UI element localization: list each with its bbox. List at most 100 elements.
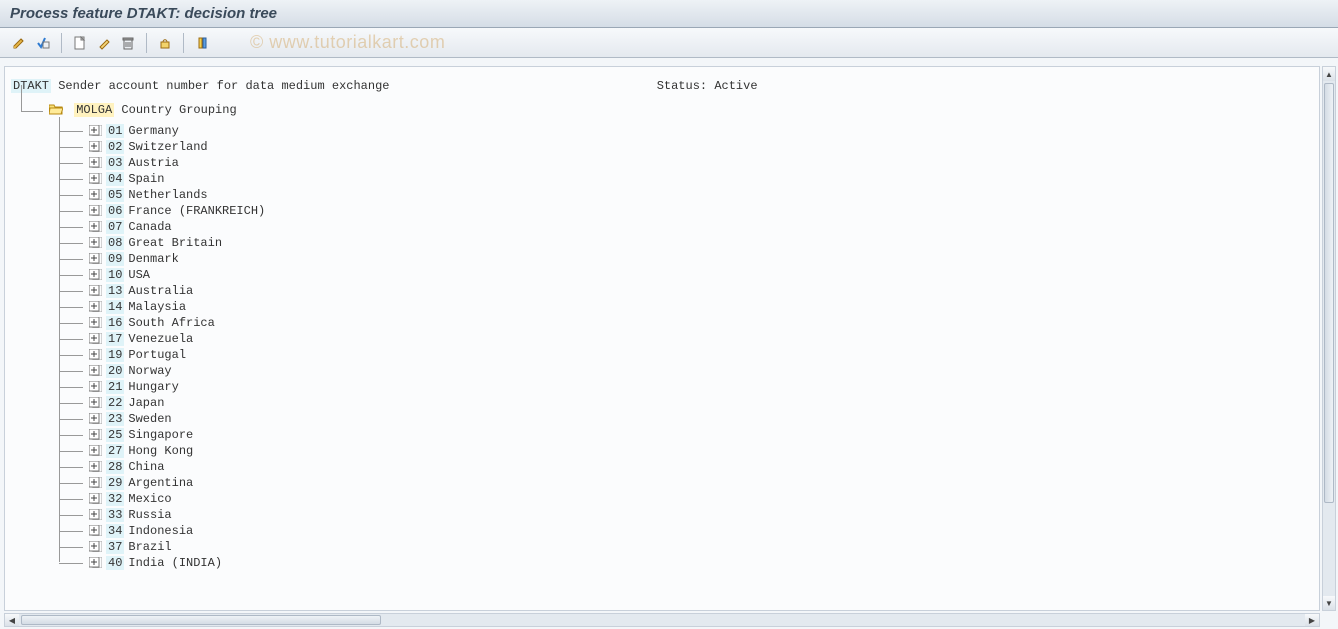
column-button[interactable] xyxy=(191,32,213,54)
country-label: Venezuela xyxy=(128,332,193,346)
country-code: 19 xyxy=(106,348,124,362)
scroll-right-icon[interactable]: ▶ xyxy=(1305,614,1319,626)
country-label: USA xyxy=(128,268,150,282)
expand-icon[interactable] xyxy=(89,157,102,168)
country-node[interactable]: 03Austria xyxy=(59,155,1313,171)
expand-icon[interactable] xyxy=(89,525,102,536)
country-node[interactable]: 28China xyxy=(59,459,1313,475)
separator xyxy=(61,33,62,53)
scroll-thumb[interactable] xyxy=(1324,83,1334,503)
expand-icon[interactable] xyxy=(89,237,102,248)
delete-button[interactable] xyxy=(117,32,139,54)
country-code: 01 xyxy=(106,124,124,138)
country-node[interactable]: 02 Switzerland xyxy=(59,139,1313,155)
country-node[interactable]: 21Hungary xyxy=(59,379,1313,395)
country-code: 22 xyxy=(106,396,124,410)
scroll-left-icon[interactable]: ◀ xyxy=(5,614,19,626)
expand-icon[interactable] xyxy=(89,141,102,152)
country-label: Hong Kong xyxy=(128,444,193,458)
country-node[interactable]: 23Sweden xyxy=(59,411,1313,427)
country-node[interactable]: 33Russia xyxy=(59,507,1313,523)
folder-open-icon xyxy=(49,104,63,115)
expand-icon[interactable] xyxy=(89,413,102,424)
scroll-up-icon[interactable]: ▲ xyxy=(1323,67,1335,81)
country-node[interactable]: 13Australia xyxy=(59,283,1313,299)
country-node[interactable]: 20Norway xyxy=(59,363,1313,379)
vertical-scrollbar[interactable]: ▲ ▼ xyxy=(1322,66,1336,611)
country-node[interactable]: 08Great Britain xyxy=(59,235,1313,251)
expand-icon[interactable] xyxy=(89,253,102,264)
country-label: India (INDIA) xyxy=(128,556,222,570)
edit-button[interactable] xyxy=(8,32,30,54)
expand-icon[interactable] xyxy=(89,333,102,344)
expand-icon[interactable] xyxy=(89,429,102,440)
country-node[interactable]: 19Portugal xyxy=(59,347,1313,363)
country-node[interactable]: 17Venezuela xyxy=(59,331,1313,347)
lock-button[interactable] xyxy=(154,32,176,54)
country-code: 16 xyxy=(106,316,124,330)
country-code: 05 xyxy=(106,188,124,202)
country-node[interactable]: 14Malaysia xyxy=(59,299,1313,315)
expand-icon[interactable] xyxy=(89,189,102,200)
expand-icon[interactable] xyxy=(89,445,102,456)
check-button[interactable] xyxy=(32,32,54,54)
country-node[interactable]: 22Japan xyxy=(59,395,1313,411)
country-label: Spain xyxy=(128,172,164,186)
country-node[interactable]: 27Hong Kong xyxy=(59,443,1313,459)
horizontal-scrollbar[interactable]: ◀ ▶ xyxy=(4,613,1320,627)
expand-icon[interactable] xyxy=(89,477,102,488)
country-code: 03 xyxy=(106,156,124,170)
feature-row: DTAKT Sender account number for data med… xyxy=(11,79,1313,93)
expand-icon[interactable] xyxy=(89,285,102,296)
country-label: South Africa xyxy=(128,316,214,330)
country-label: Switzerland xyxy=(128,140,207,154)
country-code: 34 xyxy=(106,524,124,538)
country-node[interactable]: 06France (FRANKREICH) xyxy=(59,203,1313,219)
scroll-thumb[interactable] xyxy=(21,615,381,625)
country-node[interactable]: 01Germany xyxy=(59,123,1313,139)
country-code: 02 xyxy=(106,140,124,154)
expand-icon[interactable] xyxy=(89,397,102,408)
expand-icon[interactable] xyxy=(89,349,102,360)
expand-icon[interactable] xyxy=(89,221,102,232)
country-label: Argentina xyxy=(128,476,193,490)
country-code: 37 xyxy=(106,540,124,554)
expand-icon[interactable] xyxy=(89,493,102,504)
expand-icon[interactable] xyxy=(89,557,102,568)
country-node[interactable]: 05Netherlands xyxy=(59,187,1313,203)
expand-icon[interactable] xyxy=(89,509,102,520)
country-node[interactable]: 16 South Africa xyxy=(59,315,1313,331)
country-node[interactable]: 32Mexico xyxy=(59,491,1313,507)
expand-icon[interactable] xyxy=(89,125,102,136)
expand-icon[interactable] xyxy=(89,301,102,312)
pencil-button[interactable] xyxy=(93,32,115,54)
grouping-node[interactable]: MOLGA Country Grouping xyxy=(21,103,1313,117)
country-node[interactable]: 37Brazil xyxy=(59,539,1313,555)
tree-panel: DTAKT Sender account number for data med… xyxy=(4,66,1320,611)
country-node[interactable]: 25Singapore xyxy=(59,427,1313,443)
expand-icon[interactable] xyxy=(89,173,102,184)
country-label: Sweden xyxy=(128,412,171,426)
scroll-down-icon[interactable]: ▼ xyxy=(1323,596,1335,610)
country-label: Hungary xyxy=(128,380,178,394)
new-button[interactable] xyxy=(69,32,91,54)
country-code: 33 xyxy=(106,508,124,522)
country-node[interactable]: 07Canada xyxy=(59,219,1313,235)
expand-icon[interactable] xyxy=(89,317,102,328)
country-list: 01Germany02 Switzerland03Austria04Spain05… xyxy=(59,123,1313,571)
status: Status: Active xyxy=(657,79,758,93)
expand-icon[interactable] xyxy=(89,461,102,472)
country-node[interactable]: 34Indonesia xyxy=(59,523,1313,539)
status-value: Active xyxy=(714,79,757,93)
expand-icon[interactable] xyxy=(89,541,102,552)
country-node[interactable]: 10USA xyxy=(59,267,1313,283)
country-node[interactable]: 29Argentina xyxy=(59,475,1313,491)
country-node[interactable]: 04Spain xyxy=(59,171,1313,187)
expand-icon[interactable] xyxy=(89,269,102,280)
expand-icon[interactable] xyxy=(89,205,102,216)
grouping-desc: Country Grouping xyxy=(121,103,236,117)
country-node[interactable]: 40India (INDIA) xyxy=(59,555,1313,571)
expand-icon[interactable] xyxy=(89,365,102,376)
country-node[interactable]: 09Denmark xyxy=(59,251,1313,267)
expand-icon[interactable] xyxy=(89,381,102,392)
